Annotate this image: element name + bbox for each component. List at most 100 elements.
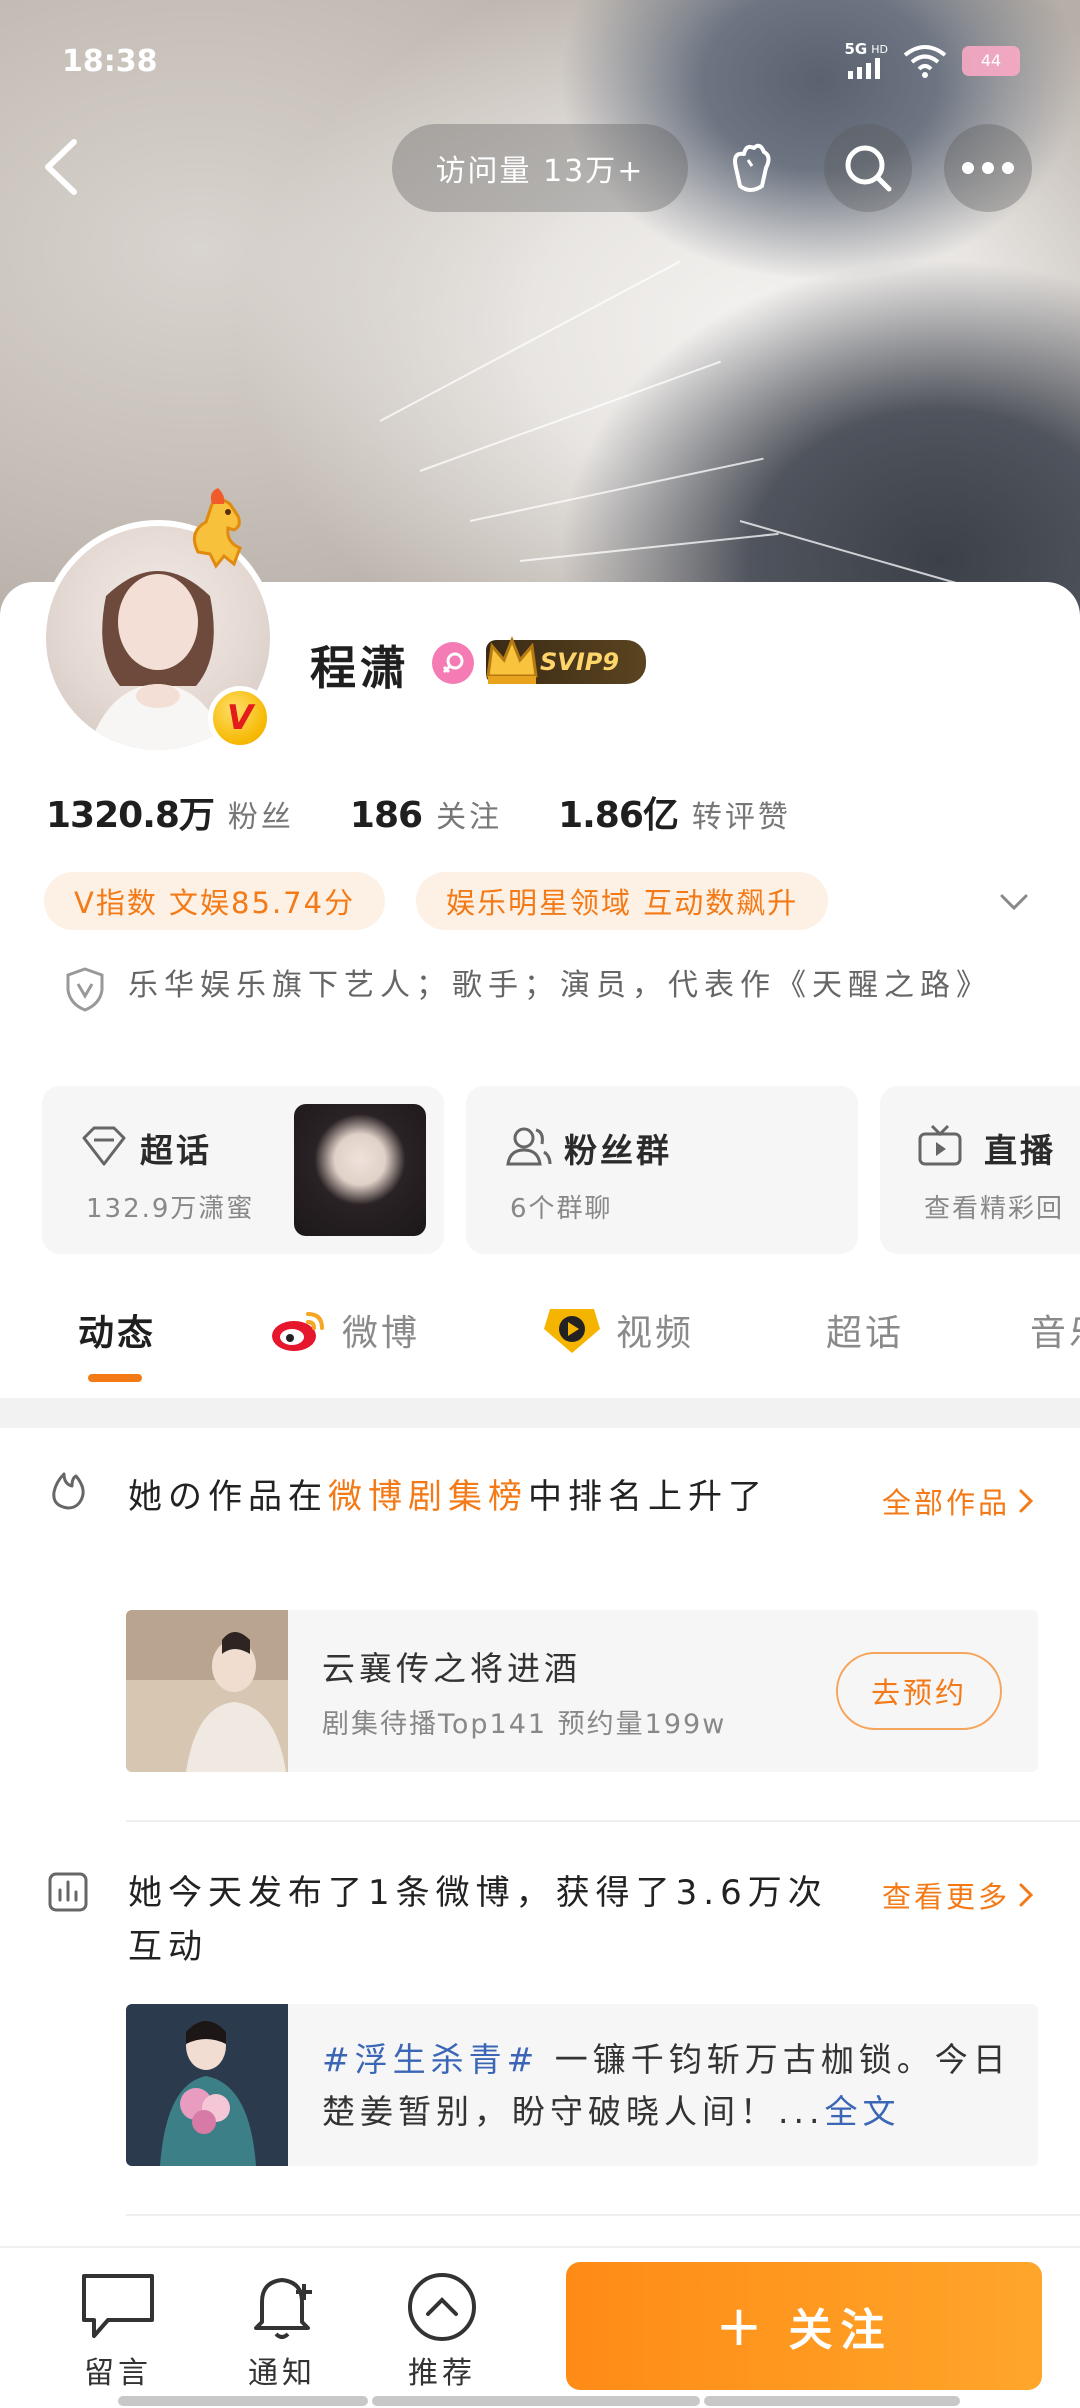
gesture-button[interactable]: [706, 124, 794, 212]
chat-bubble-icon: [82, 2274, 154, 2338]
post-card[interactable]: #浮生杀青# 一镰千钧斩万古枷锁。今日楚姜暂别，盼守破晓人间！...全文: [126, 2004, 1038, 2166]
all-works-link[interactable]: 全部作品: [882, 1480, 1036, 1522]
status-time: 18:38: [62, 44, 158, 79]
drama-poster: [126, 1610, 288, 1772]
ranking-board-link[interactable]: 微博剧集榜: [328, 1477, 528, 1517]
live-card[interactable]: 直播 查看精彩回: [880, 1086, 1080, 1254]
notify-button[interactable]: 通知: [222, 2270, 342, 2392]
tab-dynamic[interactable]: 动态: [78, 1304, 156, 1356]
back-arrow-icon: [45, 139, 77, 195]
drama-card[interactable]: 云襄传之将进酒 剧集待播Top141 预约量199w 去预约: [126, 1610, 1038, 1772]
domain-tag[interactable]: 娱乐明星领域 互动数飙升: [416, 872, 829, 930]
super-topic-card[interactable]: 超话 132.9万潇蜜: [42, 1086, 444, 1254]
feed-divider: [126, 1820, 1080, 1822]
battery-level: 44: [980, 51, 1002, 70]
ranking-text-pre: 她の作品在: [128, 1477, 328, 1517]
fan-group-count: 6个群聊: [510, 1194, 613, 1224]
bell-plus-icon: [254, 2278, 312, 2339]
whisker: [419, 360, 722, 472]
chevron-up-circle-icon: [408, 2273, 476, 2341]
view-more-label: 查看更多: [881, 1880, 1010, 1914]
tab-video-label: 视频: [616, 1313, 695, 1354]
more-dots-icon: [962, 162, 1014, 174]
finger-heart-icon: [733, 143, 771, 192]
wifi-icon: [903, 44, 947, 78]
svip-level: SVIP9: [540, 648, 620, 676]
ranking-update-title: 她の作品在微博剧集榜中排名上升了: [128, 1470, 828, 1524]
verified-v-icon: V: [208, 686, 272, 750]
view-more-link[interactable]: 查看更多: [882, 1874, 1036, 1916]
female-icon: [432, 642, 474, 684]
diamond-icon: [82, 1126, 126, 1166]
chevron-right-icon: [1019, 1489, 1034, 1513]
comment-button[interactable]: 留言: [58, 2270, 178, 2392]
video-icon: [544, 1309, 600, 1353]
chevron-down-icon[interactable]: [996, 884, 1032, 920]
search-icon: [845, 145, 892, 192]
weibo-icon: [272, 1312, 324, 1351]
super-topic-thumbnail: [294, 1104, 426, 1236]
drama-title: 云襄传之将进酒: [322, 1649, 581, 1688]
likes-count: 1.86亿: [558, 795, 679, 836]
whisker: [469, 457, 764, 522]
fan-group-card[interactable]: 粉丝群 6个群聊: [466, 1086, 858, 1254]
active-tab-indicator: [88, 1374, 142, 1382]
shield-v-icon: [66, 967, 104, 1012]
following-label[interactable]: 关注: [436, 792, 502, 836]
tab-super-topic[interactable]: 超话: [826, 1304, 904, 1356]
notify-label: 通知: [248, 2356, 316, 2391]
search-button[interactable]: [824, 124, 912, 212]
chevron-right-icon: [1019, 1883, 1034, 1907]
network-type: 5G: [844, 40, 868, 58]
reserve-button[interactable]: 去预约: [836, 1652, 1002, 1730]
likes-label: 转评赞: [691, 800, 791, 835]
profile-tabs: 动态 微博 视频 超话 音乐: [0, 1282, 1080, 1392]
post-photo: [126, 2004, 288, 2166]
tab-weibo[interactable]: 微博: [270, 1304, 420, 1356]
fans-label[interactable]: 粉丝: [228, 792, 294, 836]
profile-name: 程潇: [310, 641, 410, 695]
fan-group-title: 粉丝群: [564, 1131, 672, 1170]
live-title: 直播: [984, 1131, 1056, 1170]
live-sub: 查看精彩回: [924, 1194, 1065, 1224]
bottom-action-bar: 留言 通知 推荐 + 关注: [0, 2246, 1080, 2408]
recommend-button[interactable]: 推荐: [382, 2270, 502, 2392]
svip-badge[interactable]: SVIP9: [486, 635, 646, 684]
plus-icon: +: [715, 2293, 771, 2359]
status-bar: 18:38 5G HD 44: [0, 40, 1080, 86]
visits-count[interactable]: 访问量 13万+: [392, 124, 688, 212]
follow-label: 关注: [788, 2305, 893, 2356]
ranking-text-post: 中排名上升了: [528, 1477, 768, 1517]
v-index-tag[interactable]: V指数 文娱85.74分: [44, 872, 386, 930]
gesture-bar: [372, 2396, 700, 2406]
recommend-label: 推荐: [408, 2356, 476, 2391]
post-topic-link[interactable]: #浮生杀青#: [322, 2040, 539, 2079]
crown-icon: [486, 635, 538, 684]
all-works-label: 全部作品: [881, 1486, 1010, 1520]
tab-music[interactable]: 音乐: [1030, 1304, 1080, 1356]
more-button[interactable]: [944, 124, 1032, 212]
tv-icon: [918, 1124, 962, 1166]
tab-video[interactable]: 视频: [542, 1304, 694, 1356]
following-count[interactable]: 186: [350, 795, 423, 836]
hd-label: HD: [871, 43, 888, 56]
feed-divider: [126, 2214, 1080, 2216]
whisker: [379, 260, 681, 422]
super-topic-members: 132.9万潇蜜: [86, 1194, 255, 1224]
group-icon: [506, 1127, 552, 1166]
fans-count[interactable]: 1320.8万: [46, 786, 215, 838]
bar-chart-icon: [48, 1872, 88, 1912]
tab-weibo-label: 微博: [342, 1313, 421, 1354]
post-excerpt: #浮生杀青# 一镰千钧斩万古枷锁。今日楚姜暂别，盼守破晓人间！...全文: [322, 2034, 1022, 2138]
daily-post-title: 她今天发布了1条微博，获得了3.6万次互动: [128, 1873, 828, 1967]
follow-button[interactable]: + 关注: [566, 2262, 1042, 2390]
signal-icon: 5G HD: [844, 40, 888, 79]
section-divider: [0, 1398, 1080, 1428]
post-full-text-link[interactable]: 全文: [824, 2092, 900, 2131]
profile-stats: 1320.8万 粉丝 186 关注 1.86亿 转评赞: [46, 786, 847, 838]
avatar[interactable]: V: [40, 488, 276, 756]
gesture-bar: [704, 2396, 960, 2406]
back-button[interactable]: [34, 134, 94, 200]
profile-bio: 乐华娱乐旗下艺人；歌手；演员，代表作《天醒之路》: [128, 968, 992, 1003]
comment-label: 留言: [84, 2356, 152, 2391]
